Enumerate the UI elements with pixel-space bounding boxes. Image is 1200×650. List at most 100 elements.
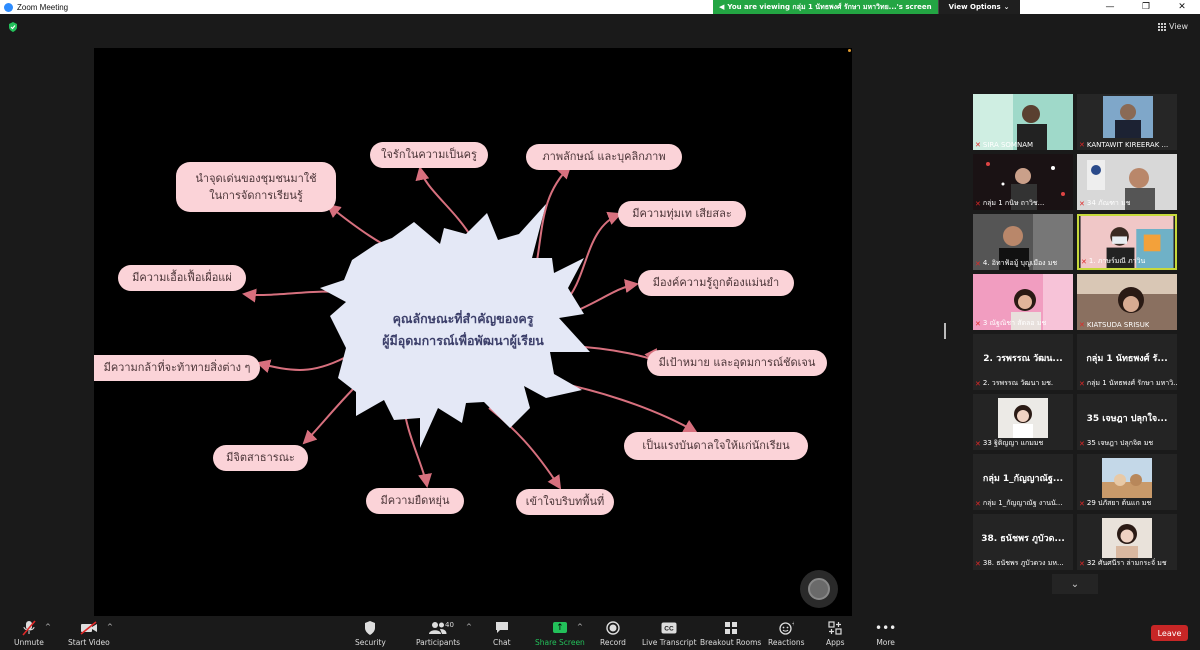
video-options-caret[interactable]: ^ xyxy=(107,623,113,631)
participant-display-name: 38. ธนัชพร ภูบัวด... xyxy=(981,534,1065,544)
minimize-button[interactable]: — xyxy=(1092,0,1128,14)
participant-name: ✕ SIRA SOMNAM xyxy=(975,141,1034,149)
node-generosity: มีความเอื้อเฟื้อเผื่อแผ่ xyxy=(118,265,246,291)
participant-display-name: กลุ่ม 1 นัทธพงศ์ รั... xyxy=(1086,354,1168,364)
participants-options-caret[interactable]: ^ xyxy=(466,623,472,631)
participant-tile[interactable]: ✕ KIATSUDA SRISUK xyxy=(1077,274,1177,330)
participant-tile[interactable]: 2. วรพรรณ วัฒน... ✕ 2. วรพรรณ วัฒนา มช. xyxy=(973,334,1073,390)
participants-label: Participants xyxy=(416,638,461,647)
participant-tile[interactable]: ✕ KANTAWIT KIREERAK ... xyxy=(1077,94,1177,150)
participant-display-name: 2. วรพรรณ วัฒน... xyxy=(983,354,1063,364)
leave-button[interactable]: Leave xyxy=(1151,625,1188,641)
participant-photo xyxy=(998,398,1048,438)
audio-options-caret[interactable]: ^ xyxy=(45,623,51,631)
grid-view-icon xyxy=(1158,22,1167,31)
more-button[interactable]: ••• More xyxy=(875,619,896,648)
chevron-down-icon: ⌄ xyxy=(1003,3,1010,11)
reactions-button[interactable]: + Reactions xyxy=(768,619,805,648)
participant-name: ✕ 2. วรพรรณ วัฒนา มช. xyxy=(975,379,1054,388)
participant-photo xyxy=(1102,518,1152,558)
speaker-icon: ◀ xyxy=(719,3,725,11)
svg-text:CC: CC xyxy=(665,625,675,632)
smiley-plus-icon: + xyxy=(779,619,794,636)
node-flexibility: มีความยืดหยุ่น xyxy=(366,488,464,514)
participant-tile[interactable]: ✕ 29 ปภัสยา ต้นแก มช xyxy=(1077,454,1177,510)
share-options-caret[interactable]: ^ xyxy=(577,623,583,631)
panel-resize-handle[interactable] xyxy=(944,323,946,339)
participant-name: ✕ 34 ภัณฑา มช xyxy=(1079,199,1131,208)
participant-tile[interactable]: ✕ 33 ฐิติญญา แกมมช xyxy=(973,394,1073,450)
center-title-line-1: คุณลักษณะที่สำคัญของครู xyxy=(392,311,534,326)
center-title-line-2: ผู้มีอุดมการณ์เพื่อพัฒนาผู้เรียน xyxy=(382,332,544,348)
breakout-rooms-label: Breakout Rooms xyxy=(700,638,762,647)
reactions-label: Reactions xyxy=(768,638,805,647)
node-courage: มีความกล้าที่จะท้าทายสิ่งต่าง ๆ xyxy=(94,355,260,381)
participant-tile[interactable]: กลุ่ม 1_กัญญาณัฐ... ✕ กลุ่ม 1_กัญญาณัฐ งา… xyxy=(973,454,1073,510)
live-transcript-button[interactable]: CC Live Transcript xyxy=(642,619,697,647)
participant-tile[interactable]: ✕ 34 ภัณฑา มช xyxy=(1077,154,1177,210)
node-love-teaching: ใจรักในความเป็นครู xyxy=(370,142,488,168)
participant-name: ✕ KANTAWIT KIREERAK ... xyxy=(1079,141,1169,149)
muted-mic-icon: ✕ xyxy=(975,141,981,149)
node-public-mind: มีจิตสาธารณะ xyxy=(213,445,308,471)
participant-name: ✕ กลุ่ม 1_กัญญาณัฐ งานนั... xyxy=(975,499,1063,508)
participant-tile[interactable]: 38. ธนัชพร ภูบัวด... ✕ 38. ธนัชพร ภูบัวดว… xyxy=(973,514,1073,570)
security-shield-icon[interactable] xyxy=(8,22,18,32)
participant-tile-active[interactable]: ✕ 1. ภาษร์มณี ภาวิน xyxy=(1077,214,1177,270)
view-button[interactable]: View xyxy=(1158,22,1188,31)
start-video-label: Start Video xyxy=(68,638,110,647)
maximize-button[interactable]: ❐ xyxy=(1128,0,1164,14)
muted-mic-icon: ✕ xyxy=(1079,199,1085,208)
participant-tile[interactable]: 35 เจษฎา ปลุกใจ... ✕ 35 เจษฎา ปลุกจิต มช xyxy=(1077,394,1177,450)
gallery-scroll-down-button[interactable]: ⌄ xyxy=(1052,574,1098,594)
participant-tile[interactable]: ✕ 32 ศันศนีรา ล่ามกระจั่ มช xyxy=(1077,514,1177,570)
zoom-app-icon xyxy=(4,2,13,12)
participant-name: ✕ 4. อิทาฟ้อมู้ บุญเมือง มช xyxy=(975,259,1058,268)
muted-mic-icon: ✕ xyxy=(1079,141,1085,149)
participant-tile[interactable]: ✕ SIRA SOMNAM xyxy=(973,94,1073,150)
view-label: View xyxy=(1169,22,1188,31)
muted-mic-icon: ✕ xyxy=(1079,321,1085,329)
record-icon xyxy=(606,619,620,636)
muted-mic-icon: ✕ xyxy=(1079,499,1085,508)
start-video-button[interactable]: Start Video xyxy=(68,619,110,647)
muted-mic-icon: ✕ xyxy=(975,319,981,328)
window-controls: — ❐ ✕ xyxy=(1092,0,1200,14)
node-community-line-2: ในการจัดการเรียนรู้ xyxy=(209,189,303,202)
record-button[interactable]: Record xyxy=(600,619,626,647)
svg-text:+: + xyxy=(791,621,794,628)
share-screen-label: Share Screen xyxy=(535,638,585,647)
muted-mic-icon: ✕ xyxy=(975,199,981,208)
participant-name: ✕ 1. ภาษร์มณี ภาวิน xyxy=(1081,257,1146,266)
node-image-personality: ภาพลักษณ์ และบุคลิกภาพ xyxy=(526,144,682,170)
muted-mic-icon: ✕ xyxy=(1081,257,1087,266)
mindmap-center-title: คุณลักษณะที่สำคัญของครู ผู้มีอุดมการณ์เพ… xyxy=(348,308,578,352)
node-dedication: มีความทุ่มเท เสียสละ xyxy=(618,201,746,227)
view-options-button[interactable]: View Options ⌄ xyxy=(937,0,1020,14)
presenter-pointer xyxy=(800,570,838,608)
window-title: Zoom Meeting xyxy=(17,2,69,12)
meeting-toolbar: Unmute ^ Start Video ^ Security Particip… xyxy=(0,617,1200,650)
participant-name: ✕ 3 ณัฐณิชา สัดลอ มช xyxy=(975,319,1047,328)
viewing-screen-message: ◀ You are viewing กลุ่ม 1 นัทธพงศ์ รักษา… xyxy=(713,0,938,14)
unmute-button[interactable]: Unmute xyxy=(14,619,44,647)
screen-share-banner: ◀ You are viewing กลุ่ม 1 นัทธพงศ์ รักษา… xyxy=(713,0,1020,14)
participant-tile[interactable]: ✕ กลุ่ม 1 กนิษ ถาวิช... xyxy=(973,154,1073,210)
more-label: More xyxy=(876,638,895,647)
chat-button[interactable]: Chat xyxy=(493,619,511,647)
apps-button[interactable]: Apps xyxy=(826,619,845,647)
participant-tile[interactable]: ✕ 4. อิทาฟ้อมู้ บุญเมือง มช xyxy=(973,214,1073,270)
node-accurate-knowledge: มีองค์ความรู้ถูกต้องแม่นยำ xyxy=(638,270,794,296)
participant-name: ✕ กลุ่ม 1 นัทธพงศ์ รักษา มหาวิ... xyxy=(1079,379,1177,388)
muted-mic-icon: ✕ xyxy=(1079,379,1085,388)
participant-display-name: กลุ่ม 1_กัญญาณัฐ... xyxy=(982,474,1064,484)
participant-tile[interactable]: กลุ่ม 1 นัทธพงศ์ รั... ✕ กลุ่ม 1 นัทธพงศ์… xyxy=(1077,334,1177,390)
security-button[interactable]: Security xyxy=(355,619,386,647)
closed-caption-icon: CC xyxy=(661,619,677,636)
node-inspiration: เป็นแรงบันดาลใจให้แก่นักเรียน xyxy=(624,432,808,460)
close-button[interactable]: ✕ xyxy=(1164,0,1200,14)
participant-name: ✕ 29 ปภัสยา ต้นแก มช xyxy=(1079,499,1152,508)
breakout-rooms-button[interactable]: Breakout Rooms xyxy=(700,619,761,647)
unmute-label: Unmute xyxy=(14,638,44,647)
participant-tile[interactable]: ✕ 3 ณัฐณิชา สัดลอ มช xyxy=(973,274,1073,330)
